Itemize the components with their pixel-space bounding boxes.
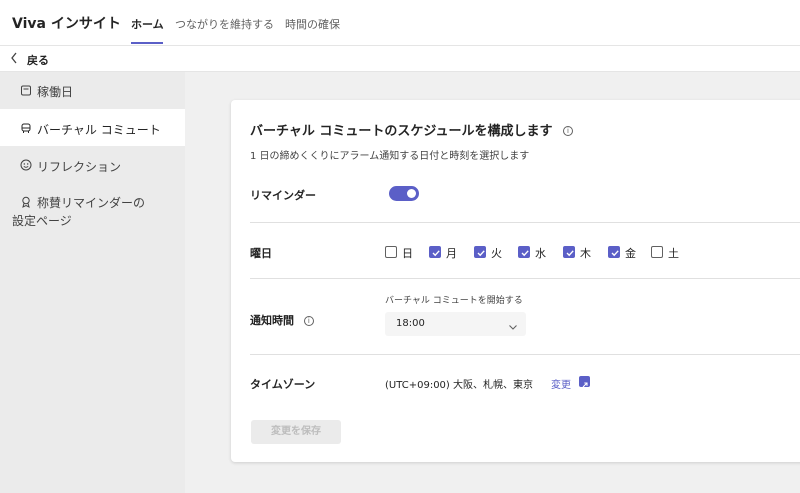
save-button[interactable]: 変更を保存 bbox=[251, 420, 341, 444]
weekday-label: 曜日 bbox=[250, 247, 272, 260]
sidebar-item-virtual-commute[interactable]: バーチャル コミュート bbox=[0, 109, 185, 146]
tab-stay-connected[interactable]: つながりを維持する bbox=[175, 16, 274, 32]
notify-caption: バーチャル コミュートを開始する bbox=[385, 296, 523, 306]
reminder-label: リマインダー bbox=[250, 189, 316, 202]
day-label: 火 bbox=[491, 247, 502, 260]
calendar-icon bbox=[20, 84, 32, 96]
sidebar-item-label: 稼働日 bbox=[37, 85, 74, 99]
divider bbox=[250, 278, 800, 279]
checkbox-unchecked[interactable] bbox=[651, 246, 663, 258]
day-label: 木 bbox=[580, 247, 591, 260]
timezone-change-link[interactable]: 変更 bbox=[551, 376, 571, 391]
card-title: バーチャル コミュートのスケジュールを構成します i bbox=[250, 120, 574, 139]
sidebar-item-reflection[interactable]: リフレクション bbox=[0, 154, 185, 176]
day-label: 金 bbox=[625, 247, 636, 260]
info-icon[interactable]: i bbox=[303, 316, 314, 326]
divider bbox=[250, 222, 800, 223]
sidebar: 稼働日 バーチャル コミュート リフレクション 称賛リマインダーの設定ページ bbox=[0, 72, 185, 493]
checkbox-unchecked[interactable] bbox=[385, 246, 397, 258]
timezone-value: (UTC+09:00) 大阪、札幌、東京 bbox=[385, 380, 534, 391]
app-title: Viva インサイト bbox=[12, 16, 121, 32]
day-label: 土 bbox=[668, 247, 679, 260]
card-subtitle: 1 日の締めくくりにアラーム通知する日付と時刻を選択します bbox=[250, 151, 530, 162]
notify-time-text: 通知時間 bbox=[250, 314, 294, 327]
tab-home[interactable]: ホーム bbox=[131, 16, 164, 32]
sidebar-item-praise-reminder[interactable]: 称賛リマインダーの設定ページ bbox=[0, 190, 185, 230]
time-select[interactable]: 18:00 bbox=[385, 312, 526, 336]
checkbox-checked[interactable] bbox=[608, 246, 620, 258]
checkbox-checked[interactable] bbox=[474, 246, 486, 258]
chevron-left-icon[interactable] bbox=[10, 52, 18, 67]
sidebar-item-workdays[interactable]: 稼働日 bbox=[0, 80, 185, 102]
vehicle-icon bbox=[20, 122, 32, 134]
tab-protect-time[interactable]: 時間の確保 bbox=[285, 16, 340, 32]
external-link-icon[interactable] bbox=[579, 376, 590, 388]
notify-time-label: 通知時間 i bbox=[250, 312, 314, 328]
checkbox-checked[interactable] bbox=[429, 246, 441, 258]
info-icon[interactable]: i bbox=[563, 126, 574, 136]
timezone-label: タイムゾーン bbox=[250, 378, 316, 391]
checkbox-checked[interactable] bbox=[518, 246, 530, 258]
sidebar-item-label: リフレクション bbox=[37, 160, 122, 174]
checkbox-checked[interactable] bbox=[563, 246, 575, 258]
active-tab-indicator bbox=[131, 42, 163, 44]
settings-card: バーチャル コミュートのスケジュールを構成します i 1 日の締めくくりにアラー… bbox=[231, 100, 800, 462]
back-bar[interactable]: 戻る bbox=[0, 46, 800, 72]
divider bbox=[250, 354, 800, 355]
day-label: 日 bbox=[402, 247, 413, 260]
smiley-icon bbox=[20, 159, 32, 171]
sidebar-item-label: バーチャル コミュート bbox=[37, 123, 161, 137]
chevron-down-icon bbox=[507, 318, 519, 337]
top-bar: Viva インサイト ホーム つながりを維持する 時間の確保 bbox=[0, 0, 800, 46]
sidebar-item-label: 称賛リマインダーの設定ページ bbox=[12, 196, 146, 228]
time-select-value: 18:00 bbox=[396, 318, 425, 329]
back-button[interactable]: 戻る bbox=[27, 52, 49, 68]
reminder-toggle[interactable] bbox=[389, 186, 419, 201]
card-title-text: バーチャル コミュートのスケジュールを構成します bbox=[250, 124, 553, 139]
toggle-knob bbox=[407, 189, 416, 198]
day-label: 月 bbox=[446, 247, 457, 260]
day-label: 水 bbox=[535, 247, 546, 260]
